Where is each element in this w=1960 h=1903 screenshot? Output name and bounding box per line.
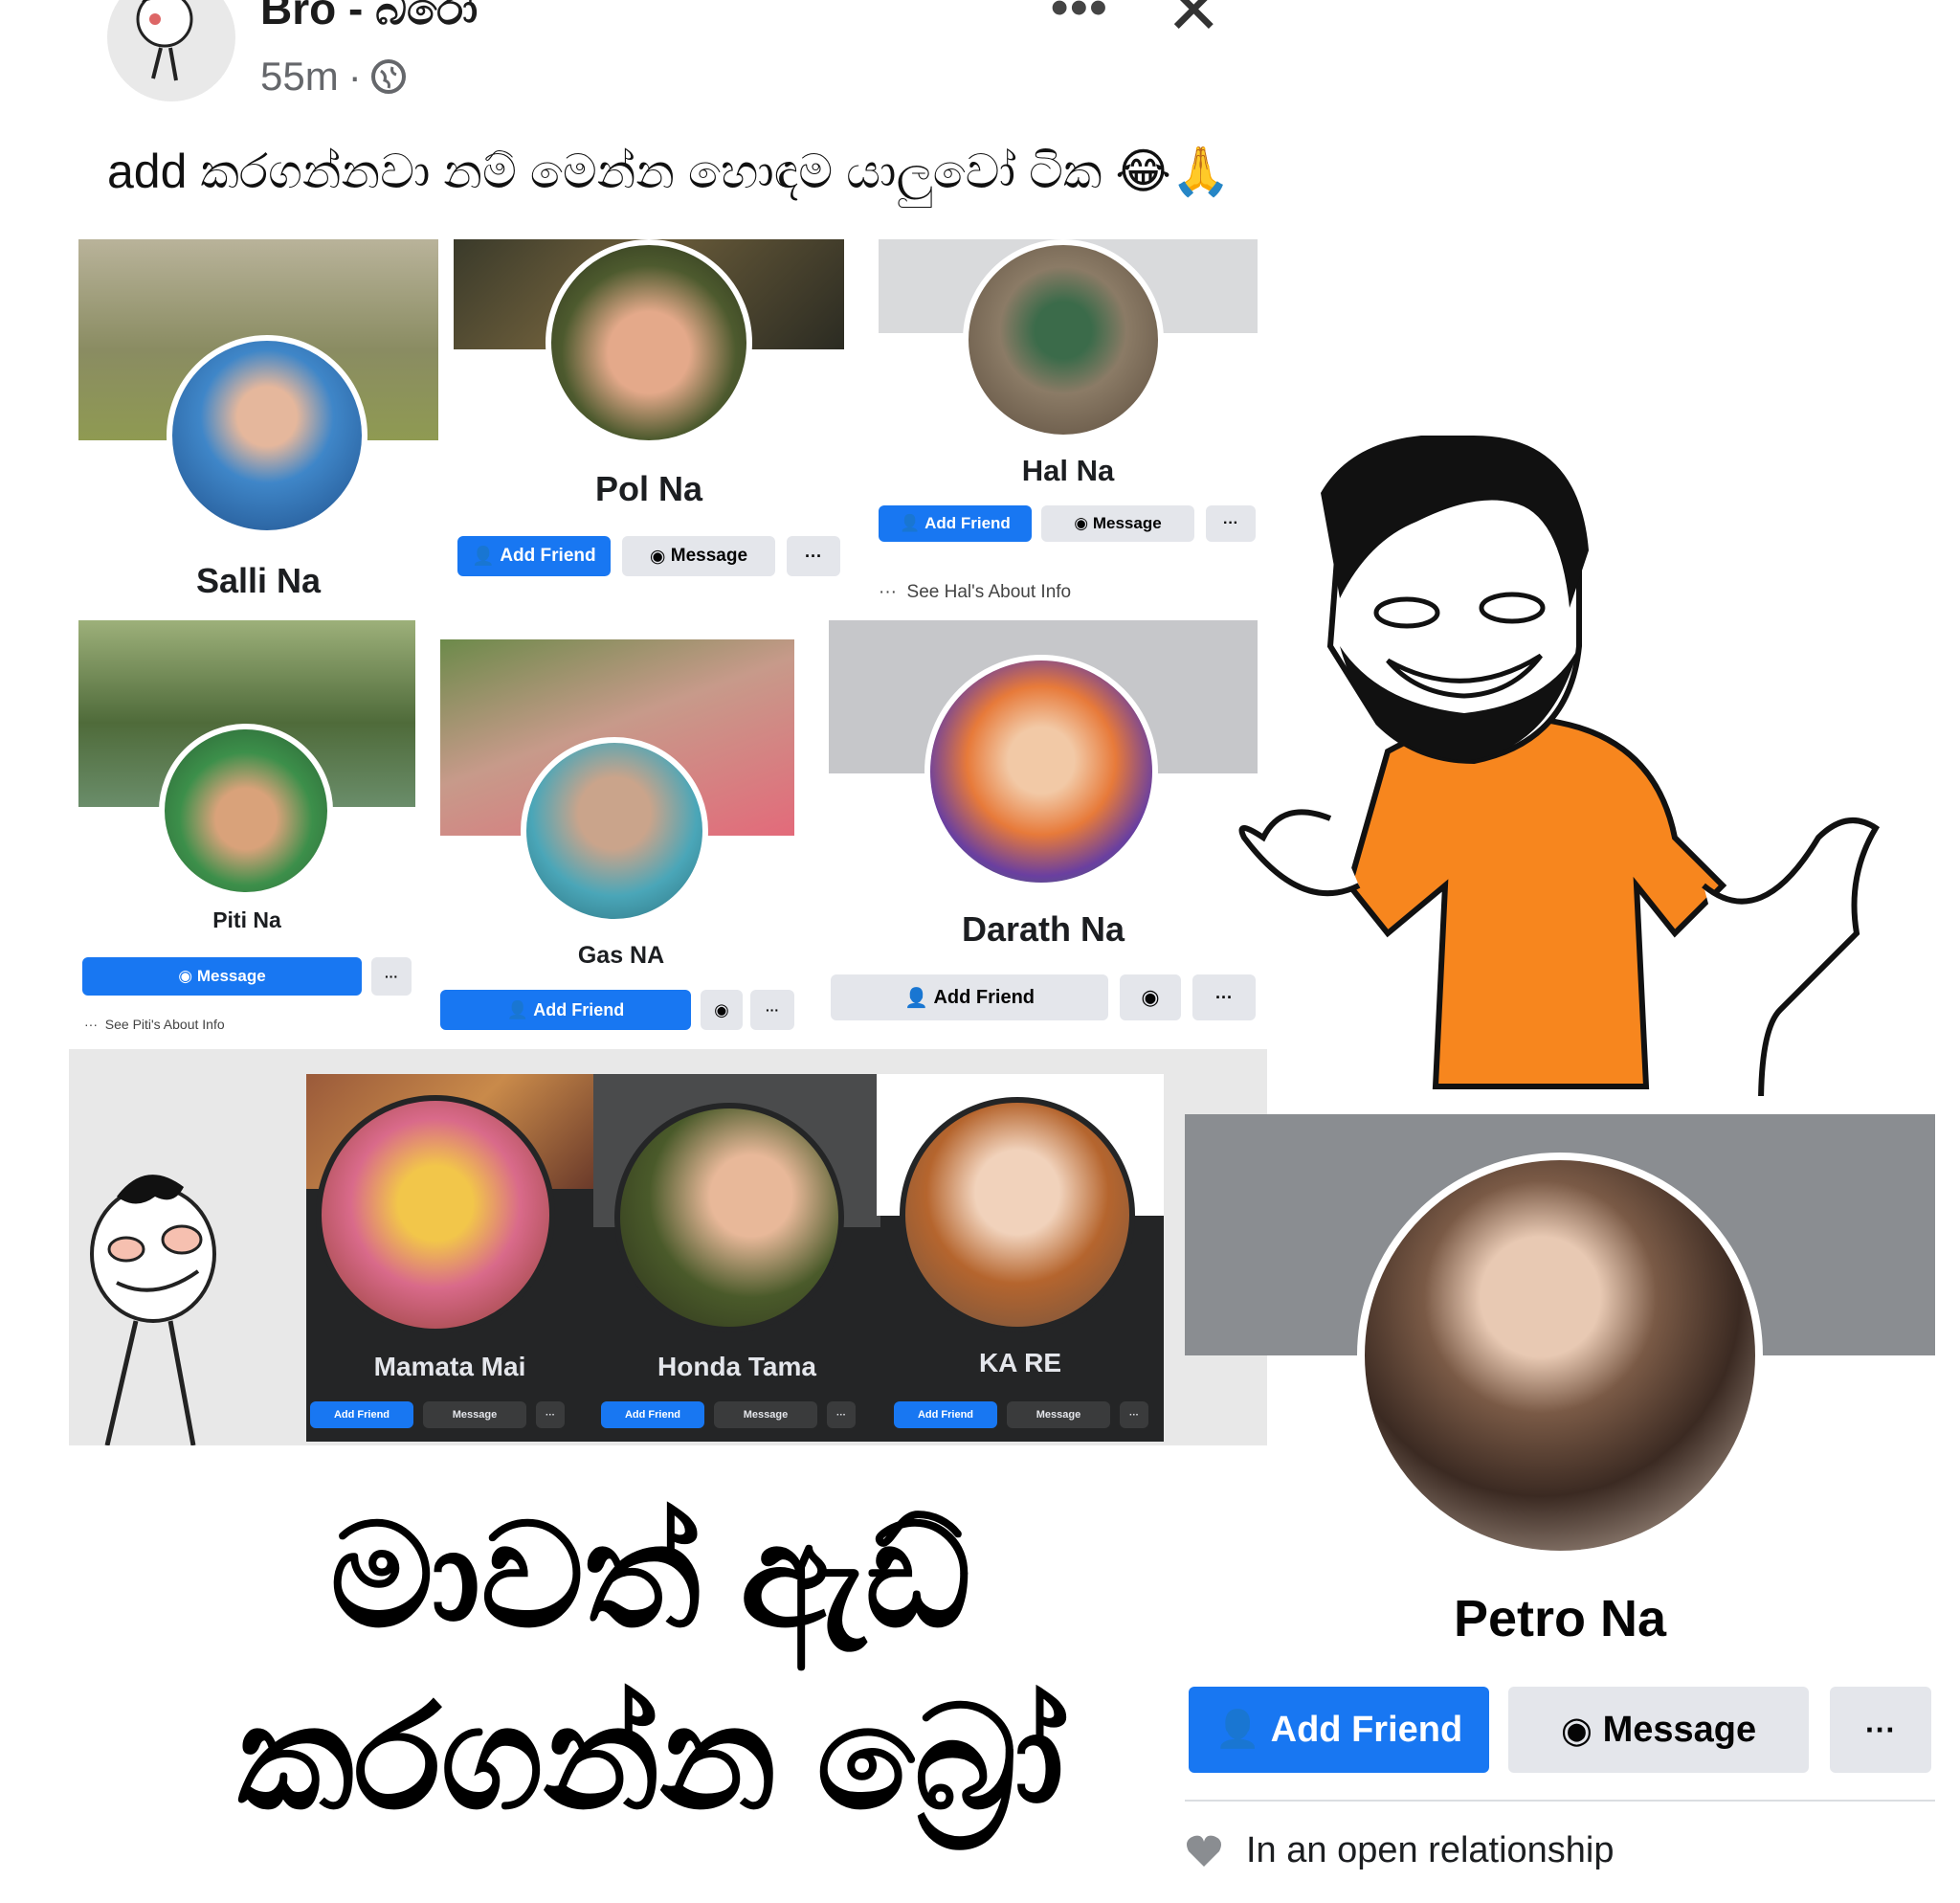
relationship-status: In an open relationship [1246,1830,1615,1870]
profile-photo[interactable] [546,239,752,446]
add-friend-button[interactable]: 👤 Add Friend [440,990,691,1030]
add-friend-icon: 👤 [903,987,934,1009]
add-friend-button[interactable]: 👤 Add Friend [831,974,1108,1020]
meme-text-line-1: මාවත් ඇඩ් [330,1495,971,1656]
heart-icon [1185,1832,1223,1870]
messenger-icon: ◉ [1141,985,1160,1009]
messenger-icon: ◉ [714,999,729,1019]
profile-photo[interactable] [900,1097,1135,1332]
message-button[interactable]: ◉ Message [82,957,362,996]
profile-photo[interactable] [614,1103,844,1332]
profile-photo[interactable] [316,1095,555,1334]
post-caption: add කරගන්නවා නම් මෙන්න හොඳම යාලුවෝ ටික 😂… [107,145,1232,198]
profile-name[interactable]: Petro Na [1185,1589,1935,1648]
profile-name[interactable]: Hal Na [879,454,1258,488]
profile-name[interactable]: Mamata Mai [306,1352,593,1382]
add-friend-button[interactable]: 👤 Add Friend [879,505,1032,542]
post-author-name[interactable]: Bro - බරෝ [260,0,478,36]
messenger-icon: ◉ [1074,514,1093,532]
add-friend-button[interactable]: Add Friend [894,1401,997,1428]
profile-card-piti[interactable]: Piti Na ◉ Message ··· ··· See Piti's Abo… [78,620,415,1041]
profile-card-gas[interactable]: Gas NA 👤 Add Friend ◉ ··· [436,620,806,1041]
profile-name[interactable]: Darath Na [829,909,1258,950]
add-friend-button[interactable]: 👤 Add Friend [1189,1687,1489,1773]
more-button[interactable]: ··· [787,536,840,576]
profile-name[interactable]: Pol Na [454,469,844,509]
meta-separator: · [347,54,362,99]
add-friend-button[interactable]: Add Friend [601,1401,704,1428]
profile-card-honda[interactable]: Honda Tama Add Friend Message ··· [593,1074,880,1442]
profile-name[interactable]: Honda Tama [593,1352,880,1382]
messenger-icon: ◉ [649,546,671,567]
post-meta: 55m · [260,54,406,100]
message-button[interactable]: ◉ Message [1041,505,1194,542]
add-friend-icon: 👤 [900,514,925,532]
profile-card-darath[interactable]: Darath Na 👤 Add Friend ◉ ··· [829,620,1258,1041]
more-button[interactable]: ··· [371,957,412,996]
profile-card-kare[interactable]: KA RE Add Friend Message ··· [877,1074,1164,1442]
profile-photo[interactable] [521,737,708,925]
about-link[interactable]: ··· See Piti's About Info [84,1017,225,1032]
message-button[interactable]: ◉ Message [622,536,775,576]
add-friend-icon: 👤 [472,547,501,567]
divider [1185,1800,1935,1802]
troll-face-icon [78,1158,232,1446]
messenger-icon: ◉ [178,967,197,985]
globe-icon [370,59,406,94]
profile-photo[interactable] [924,655,1158,888]
shrug-meme-illustration [1225,434,1895,1107]
add-friend-icon: 👤 [1214,1710,1271,1750]
relationship-info: In an open relationship [1185,1830,1615,1871]
profile-photo[interactable] [167,335,368,536]
more-button[interactable]: ··· [827,1401,856,1428]
message-button[interactable]: Message [714,1401,817,1428]
profile-name[interactable]: Gas NA [436,942,806,970]
profile-card-salli[interactable]: Salli Na [78,239,438,608]
meme-text-line-2: කරගන්න බ්‍රෝ [237,1677,1064,1838]
profile-photo[interactable] [1357,1153,1763,1558]
add-friend-icon: 👤 [506,999,534,1019]
profile-photo[interactable] [159,724,333,898]
messenger-icon: ◉ [1560,1710,1603,1751]
more-dots-icon[interactable]: ••• [1051,0,1109,36]
add-friend-button[interactable]: 👤 Add Friend [457,536,611,576]
profile-photo[interactable] [963,239,1164,440]
messenger-button[interactable]: ◉ [701,990,743,1030]
more-button[interactable]: ··· [1830,1687,1931,1773]
add-friend-button[interactable]: Add Friend [310,1401,413,1428]
profile-name[interactable]: Salli Na [78,561,438,601]
message-button[interactable]: Message [423,1401,526,1428]
profile-card-hal[interactable]: Hal Na 👤 Add Friend ◉ Message ··· ··· Se… [879,239,1258,608]
more-button[interactable]: ··· [536,1401,565,1428]
profile-card-pol[interactable]: Pol Na 👤 Add Friend ◉ Message ··· [454,239,844,584]
message-button[interactable]: ◉ Message [1508,1687,1809,1773]
close-icon[interactable]: ✕ [1166,0,1222,50]
author-avatar[interactable] [107,0,235,101]
messenger-button[interactable]: ◉ [1120,974,1181,1020]
post-time[interactable]: 55m [260,54,339,100]
profile-name[interactable]: KA RE [877,1348,1164,1378]
profile-card-mamata[interactable]: Mamata Mai Add Friend Message ··· [306,1074,593,1442]
about-link[interactable]: ··· See Hal's About Info [879,582,1071,603]
more-button[interactable]: ··· [750,990,794,1030]
profile-name[interactable]: Piti Na [78,907,415,933]
message-button[interactable]: Message [1007,1401,1110,1428]
more-button[interactable]: ··· [1120,1401,1148,1428]
